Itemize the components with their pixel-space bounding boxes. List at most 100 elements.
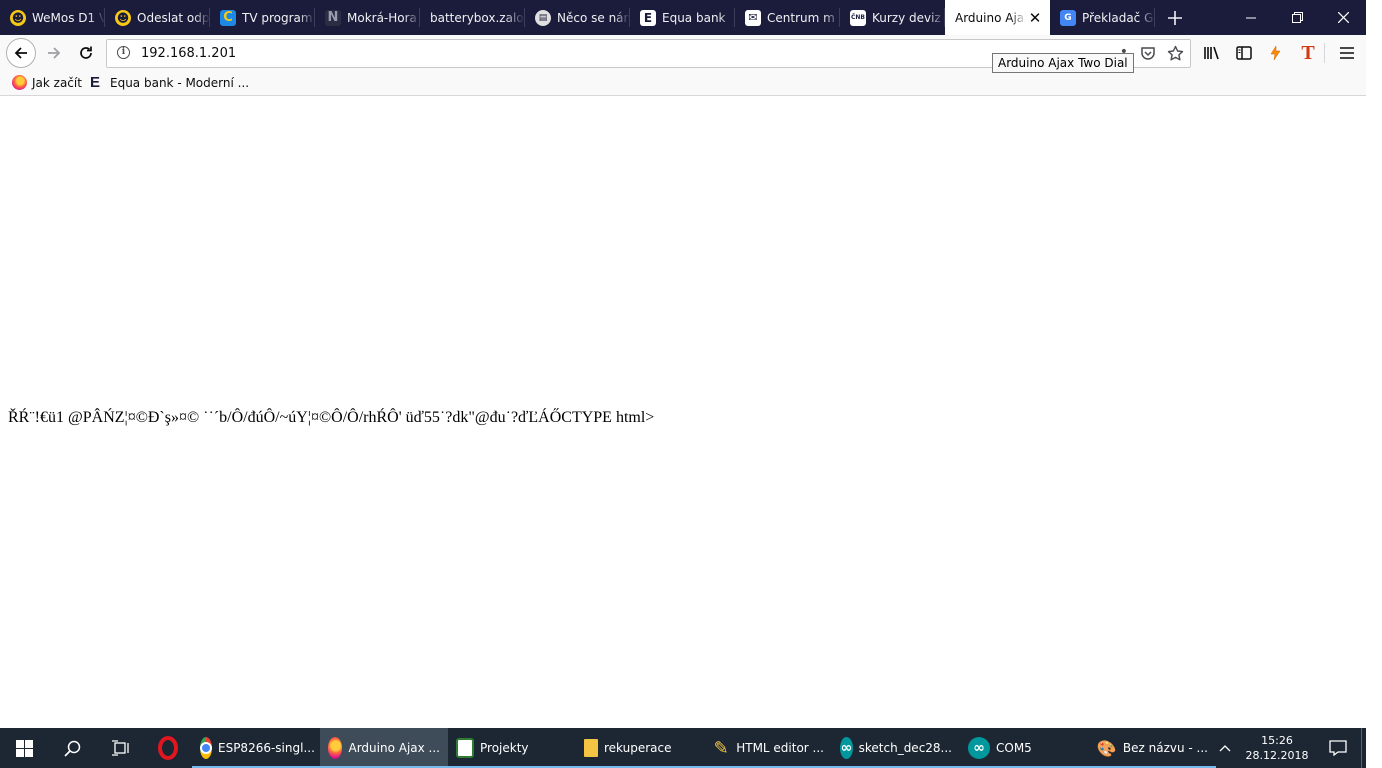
page-content: ŘŔ¨!€ü1 @PÂŃZ¦¤©Đ`ş»¤© ˙˙´b/Ô/đúÔ/~úY¦¤©… (0, 96, 1366, 728)
restore-icon (1291, 12, 1303, 23)
taskbar-app-label: Arduino Ajax ... (348, 741, 440, 755)
forward-button[interactable] (40, 39, 68, 67)
tab-title: Mokrá-Hora (347, 10, 417, 25)
taskbar-apps: ESP8266-singl... Arduino Ajax ... Projekty… (144, 728, 1216, 768)
chrome-icon (200, 737, 212, 759)
browser-tab[interactable]: ☻ Odeslat odp (105, 0, 210, 35)
start-button[interactable] (0, 728, 48, 768)
tab-tooltip: Arduino Ajax Two Dial (992, 53, 1134, 73)
taskbar-app-label: ESP8266-singl... (218, 741, 315, 755)
equa-icon: E (90, 74, 101, 91)
back-button[interactable] (6, 38, 36, 68)
task-view-icon (112, 740, 129, 756)
browser-tab[interactable]: E Equa bank (630, 0, 735, 35)
browser-tab[interactable]: ✉ Centrum m (735, 0, 840, 35)
taskbar-app[interactable] (144, 728, 192, 768)
browser-tab[interactable]: C TV program (210, 0, 315, 35)
mail-icon: ✉ (745, 9, 761, 26)
n-letter-icon: N (325, 9, 341, 26)
taskbar-app[interactable]: ∞ sketch_dec28... (832, 728, 960, 768)
close-tab-icon[interactable]: ✕ (1028, 9, 1042, 27)
menu-button[interactable] (1333, 39, 1361, 67)
folder-icon (584, 739, 598, 757)
toolbar-separator (1324, 43, 1325, 63)
browser-tab[interactable]: Arduino Ajax ✕ (945, 0, 1050, 35)
taskbar-app-label: HTML editor ... (736, 741, 824, 755)
action-center-button[interactable] (1315, 740, 1361, 756)
close-icon (1337, 12, 1349, 23)
back-arrow-icon (14, 47, 27, 59)
translate-icon: G (1060, 9, 1076, 26)
tab-title: TV program (242, 10, 313, 25)
sidebar-icon (1236, 46, 1252, 60)
taskbar-app[interactable]: ✎ HTML editor ... (704, 728, 832, 768)
taskbar-app[interactable]: Projekty (448, 728, 576, 768)
taskbar-app[interactable]: ∞ COM5 (960, 728, 1088, 768)
extension-button[interactable] (1262, 39, 1290, 67)
clock[interactable]: 15:26 28.12.2018 (1239, 733, 1315, 763)
tab-strip: ☻ WeMos D1 V ☻ Odeslat odp C TV program N Mokrá… (0, 0, 1366, 35)
browser-tab[interactable]: batterybox.zaloz (420, 0, 525, 35)
system-tray: 15:26 28.12.2018 (1211, 728, 1366, 768)
tab-title: WeMos D1 V (32, 10, 105, 25)
taskbar-app[interactable]: ESP8266-singl... (192, 728, 320, 768)
tab-title: Centrum m (767, 10, 835, 25)
equa-icon: E (640, 9, 656, 26)
cnb-icon: ČNB (850, 9, 866, 26)
search-button[interactable] (48, 728, 96, 768)
browser-tab[interactable]: ČNB Kurzy deviz (840, 0, 945, 35)
browser-tab[interactable]: N Mokrá-Hora (315, 0, 420, 35)
taskbar-app-label: sketch_dec28... (858, 741, 952, 755)
tv-program-icon: C (220, 9, 236, 26)
tab-title: Překladač G (1082, 10, 1154, 25)
tab-title: Kurzy deviz (872, 10, 941, 25)
bookmark-star-icon[interactable] (1167, 45, 1184, 66)
opera-icon (158, 736, 178, 760)
reload-icon (80, 46, 92, 59)
translator-t-icon[interactable]: T (1294, 39, 1322, 67)
taskbar-app[interactable]: Arduino Ajax ... (320, 728, 448, 768)
firefox-icon (328, 737, 343, 759)
forward-arrow-icon (48, 47, 61, 59)
url-text[interactable]: 192.168.1.201 (141, 46, 236, 61)
tab-list: ☻ WeMos D1 V ☻ Odeslat odp C TV program N Mokrá… (0, 0, 1155, 35)
reload-button[interactable] (72, 39, 100, 67)
browser-tab[interactable]: G Překladač G (1050, 0, 1155, 35)
firefox-icon (12, 75, 27, 90)
taskbar-app-label: rekuperace (604, 741, 672, 755)
sidebar-button[interactable] (1230, 39, 1258, 67)
garbled-response-text: ŘŔ¨!€ü1 @PÂŃZ¦¤©Đ`ş»¤© ˙˙´b/Ô/đúÔ/~úY¦¤©… (8, 409, 655, 426)
search-icon (63, 740, 80, 757)
library-icon (1204, 46, 1219, 60)
windows-taskbar: ESP8266-singl... Arduino Ajax ... Projekty… (0, 728, 1366, 768)
tab-title: Něco se nám (557, 10, 630, 25)
library-button[interactable] (1198, 39, 1226, 67)
notification-icon (1329, 740, 1347, 756)
browser-tab[interactable]: ▤ Něco se nám (525, 0, 630, 35)
new-tab-button[interactable] (1155, 0, 1195, 35)
close-window-button[interactable] (1320, 0, 1366, 35)
pocket-icon[interactable] (1140, 45, 1156, 65)
extension-fire-icon (1270, 45, 1281, 61)
restore-button[interactable] (1274, 0, 1320, 35)
smiley-icon: ☻ (115, 9, 131, 26)
bookmark-jak-zacit[interactable]: Jak začít (12, 75, 82, 90)
windows-logo-icon (15, 739, 33, 757)
site-info-icon[interactable]: i (117, 46, 130, 59)
clock-time: 15:26 (1261, 734, 1293, 747)
taskbar-app-label: Bez názvu - ... (1122, 741, 1208, 755)
taskbar-app-label: COM5 (996, 741, 1032, 755)
html-editor-icon: ✎ (713, 737, 729, 759)
bookmark-equa-bank[interactable]: E Equa bank - Moderní ... (90, 75, 249, 90)
task-view-button[interactable] (96, 728, 144, 768)
taskbar-app[interactable]: rekuperace (576, 728, 704, 768)
taskbar-app[interactable]: 🎨 Bez názvu - ... (1088, 728, 1216, 768)
browser-tab[interactable]: ☻ WeMos D1 V (0, 0, 105, 35)
show-desktop-button[interactable] (1361, 728, 1366, 768)
minimize-button[interactable] (1228, 0, 1274, 35)
chevron-up-icon (1219, 745, 1231, 752)
show-hidden-icons-button[interactable] (1211, 744, 1239, 752)
tab-title: Odeslat odp (137, 10, 210, 25)
projekty-icon (456, 738, 474, 758)
clock-date: 28.12.2018 (1245, 749, 1309, 762)
